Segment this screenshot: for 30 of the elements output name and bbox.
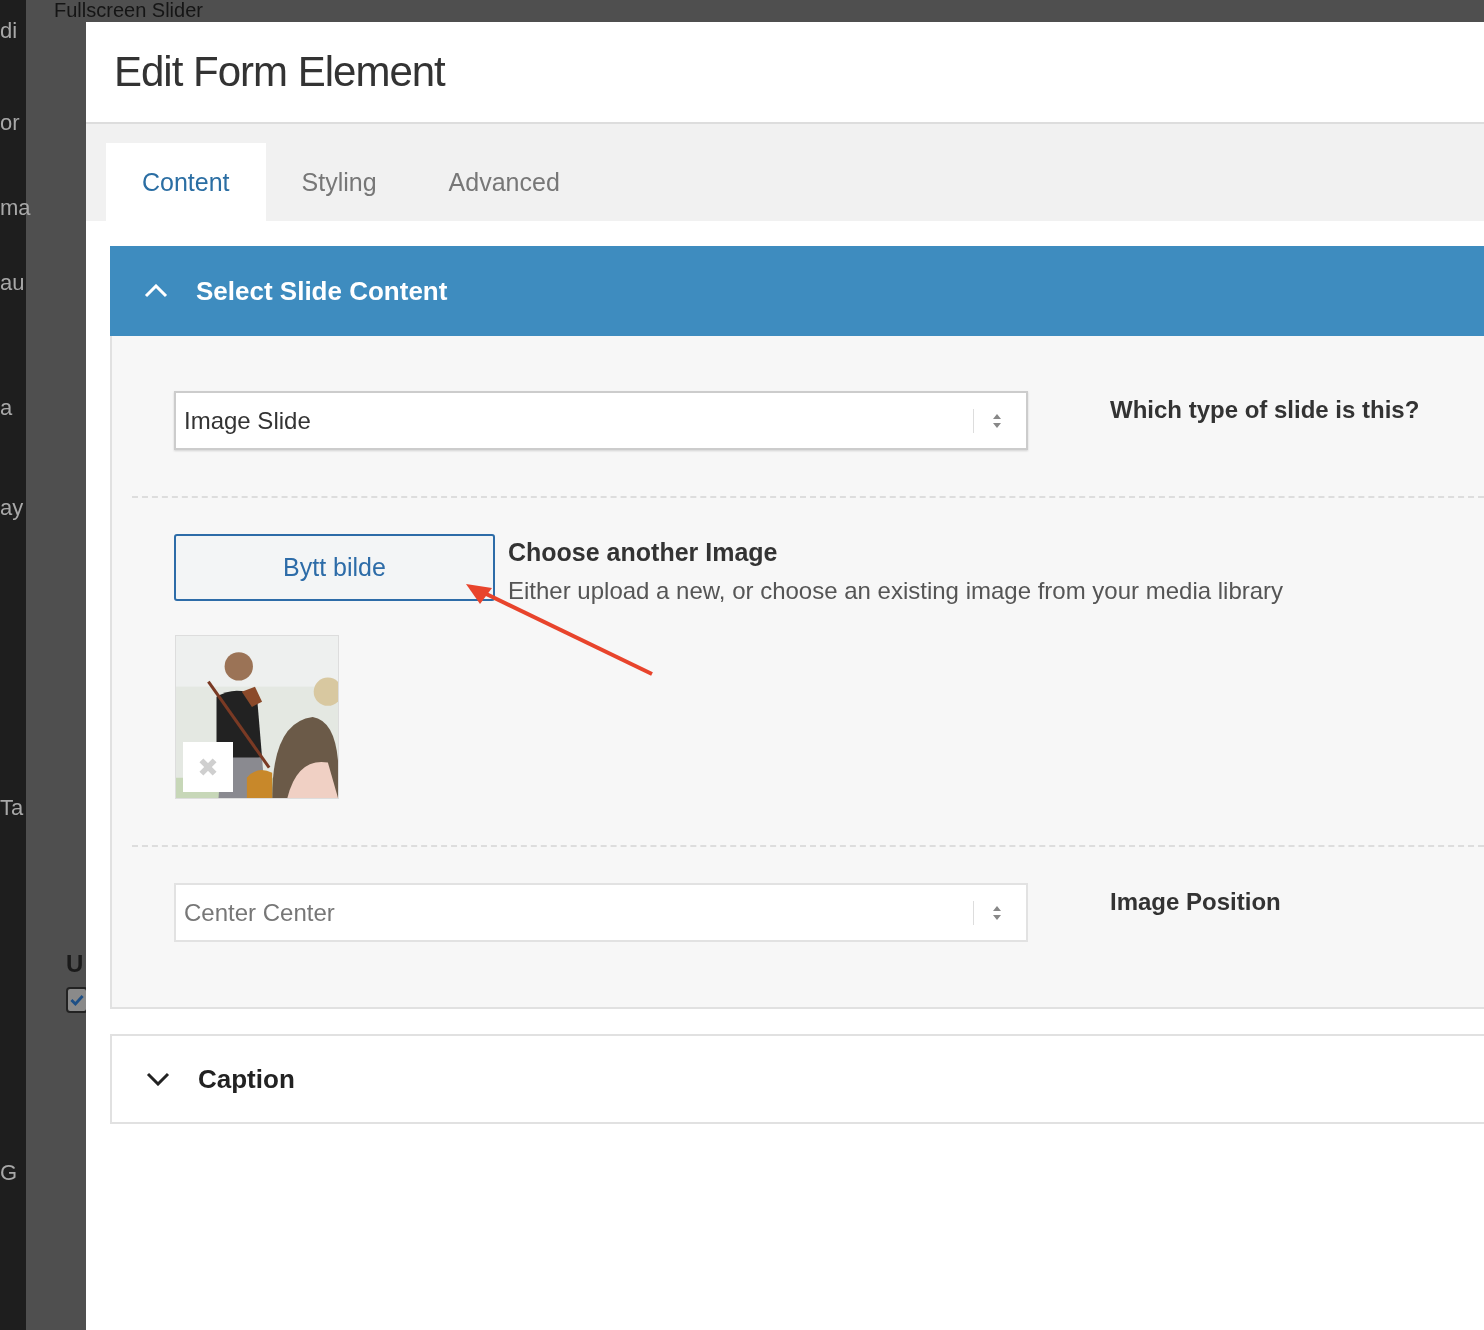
check-icon	[69, 992, 85, 1008]
sidebar-label: a	[0, 395, 13, 421]
field-label: Image Position	[1110, 888, 1281, 916]
sort-arrows-icon	[992, 412, 1002, 429]
change-image-button[interactable]: Bytt bilde	[174, 534, 495, 601]
select-field[interactable]: Image Slide	[174, 391, 1028, 450]
field-label: Which type of slide is this?	[1110, 396, 1420, 424]
sidebar-label: ay	[0, 495, 24, 521]
section-title: Caption	[198, 1063, 295, 1095]
sidebar-label: au	[0, 270, 25, 296]
checkbox[interactable]	[66, 987, 88, 1013]
sidebar-label: Ta	[0, 795, 24, 821]
dialog-title: Edit Form Element	[114, 48, 445, 96]
tab[interactable]: Content	[106, 143, 266, 221]
select-field[interactable]: Center Center	[174, 883, 1028, 942]
close-icon	[197, 756, 219, 778]
sidebar-label: G	[0, 1160, 18, 1186]
field-description: Either upload a new, or choose an existing image from your media library	[508, 577, 1284, 605]
section-title: Select Slide Content	[196, 275, 448, 307]
chevron-up-icon	[144, 284, 168, 298]
sidebar-label: or	[0, 110, 20, 136]
section-header[interactable]: Select Slide Content	[110, 246, 1484, 336]
field-label: Choose another Image	[508, 538, 779, 567]
tab[interactable]: Advanced	[412, 143, 596, 221]
tab[interactable]: Styling	[265, 143, 413, 221]
sidebar-label: di	[0, 18, 18, 44]
sidebar-label: ma	[0, 195, 31, 221]
page-title: Fullscreen Slider	[54, 0, 203, 21]
chevron-down-icon	[146, 1072, 170, 1086]
sort-arrows-icon	[992, 904, 1002, 921]
